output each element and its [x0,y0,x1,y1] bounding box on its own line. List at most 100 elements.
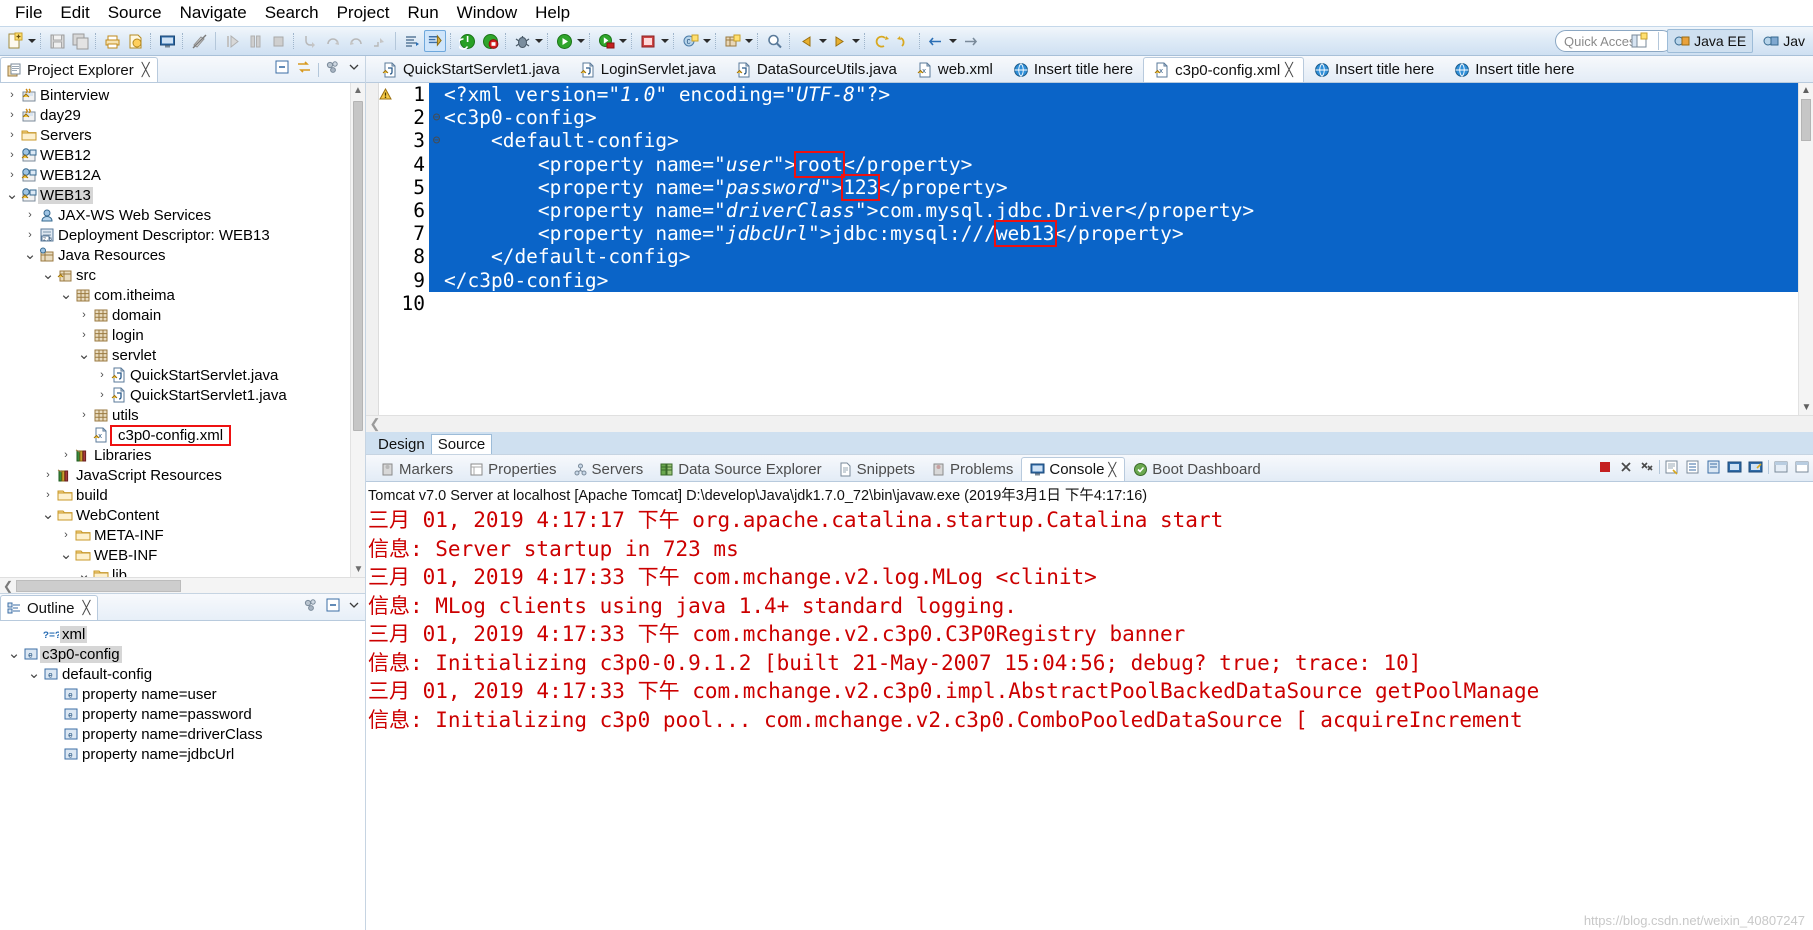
menu-item-help[interactable]: Help [526,1,579,25]
editor-page-tab[interactable]: Source [430,434,493,454]
tree-item[interactable]: x c3p0-config.xml [0,424,365,446]
chevron-right-icon[interactable]: › [58,449,74,461]
chevron-right-icon[interactable]: › [22,209,38,221]
debug-icon[interactable] [511,30,533,52]
code-line[interactable]: <property name="jdbcUrl">jdbc:mysql:///w… [444,220,1798,248]
fold-toggle-icon[interactable]: ⊖ [429,129,444,153]
profile-icon[interactable] [637,30,659,52]
scroll-left-icon[interactable]: ❮ [366,416,384,432]
editor-tab[interactable]: Insert title here [1444,57,1584,82]
tree-item[interactable]: ⌄ lib [0,565,365,577]
hide-annotations-icon[interactable] [188,30,210,52]
link-with-editor-icon[interactable] [296,59,312,80]
chevron-down-icon[interactable]: ⌄ [76,347,92,362]
scroll-up-icon[interactable]: ▲ [1799,83,1813,98]
console-tab[interactable]: Boot Dashboard [1125,457,1268,481]
run-dropdown-icon[interactable] [576,30,585,52]
code-line[interactable]: <property name="user">root</property> [444,150,1798,178]
chevron-right-icon[interactable]: › [22,229,38,241]
chevron-down-icon[interactable]: ⌄ [6,646,22,661]
chevron-right-icon[interactable]: › [4,109,20,121]
editor-hscrollbar[interactable]: ❮ [366,415,1813,432]
console-tab[interactable]: Snippets [830,457,923,481]
back-icon[interactable] [795,30,817,52]
chevron-down-icon[interactable]: ⌄ [58,547,74,562]
outline-item[interactable]: ⌄ e default-config [0,664,365,684]
menu-item-run[interactable]: Run [398,1,447,25]
new-package-icon[interactable] [721,30,743,52]
editor-tab[interactable]: x c3p0-config.xml ╳ [1143,57,1304,82]
code-line[interactable]: </default-config> [444,245,1798,269]
scroll-down-icon[interactable]: ▼ [1799,400,1813,415]
tree-item[interactable]: › Libraries [0,445,365,465]
pin-console-icon[interactable] [1705,458,1723,476]
tree-item[interactable]: › Servers [0,125,365,145]
console-tab[interactable]: Servers [565,457,652,481]
code-line[interactable]: <property name="password">123</property> [444,173,1798,201]
project-explorer-tree[interactable]: ▲ ▼ › Binterview › day29 › Servers › WEB12 › WEB1… [0,83,365,577]
new-java-class-icon[interactable]: C [679,30,701,52]
profile-dropdown-icon[interactable] [660,30,669,52]
chevron-down-icon[interactable]: ⌄ [26,666,42,681]
stop-server-icon[interactable] [479,30,501,52]
tab-outline[interactable]: Outline ╳ [0,595,99,620]
chevron-right-icon[interactable]: › [94,389,110,401]
code-line[interactable] [444,292,1798,315]
tree-item[interactable]: › day29 [0,105,365,125]
tree-item[interactable]: › Binterview [0,85,365,105]
console-tab[interactable]: Problems [923,457,1021,481]
menu-item-edit[interactable]: Edit [51,1,98,25]
start-server-icon[interactable] [456,30,478,52]
new-dropdown-icon[interactable] [27,30,36,52]
chevron-down-icon[interactable]: ⌄ [40,267,56,282]
tree-item[interactable]: › QuickStartServlet1.java [0,385,365,405]
chevron-down-icon[interactable] [347,60,361,79]
code-area[interactable]: 1 2 3 4 5 6 7 8 9 10 ⊖ ⊖ <?xml version="1.0" encodin… [366,83,1798,415]
terminate-icon[interactable] [1596,458,1614,476]
debug-dropdown-icon[interactable] [534,30,543,52]
close-icon[interactable]: ╳ [83,600,91,616]
back-dropdown-icon[interactable] [818,30,827,52]
tree-item[interactable]: › WEB12A [0,165,365,185]
remove-all-terminated-icon[interactable] [1638,458,1656,476]
previous-edit-icon[interactable] [870,30,892,52]
editor-tab[interactable]: DataSourceUtils.java [726,57,907,82]
console-tab[interactable]: Data Source Explorer [651,457,829,481]
tree-item[interactable]: › 2.5 Deployment Descriptor: WEB13 [0,225,365,245]
minimize-icon[interactable] [1772,458,1790,476]
tree-item[interactable]: ⌄ WEB13 [0,185,365,205]
editor-page-tab[interactable]: Design [372,435,431,454]
scroll-up-icon[interactable]: ▲ [351,83,365,98]
outline-item[interactable]: e property name=user [0,684,365,704]
chevron-right-icon[interactable]: › [76,309,92,321]
chevron-right-icon[interactable]: › [4,129,20,141]
outline-item[interactable]: e property name=password [0,704,365,724]
close-icon[interactable]: ╳ [142,62,150,78]
search-icon[interactable] [763,30,785,52]
tree-item[interactable]: ⌄ Java Resources [0,245,365,265]
project-explorer-vscrollbar[interactable]: ▲ ▼ [350,83,365,577]
outline-item[interactable]: ⌄ e c3p0-config [0,644,365,664]
open-perspective-icon[interactable] [1628,30,1650,52]
run-external-icon[interactable] [595,30,617,52]
tree-item[interactable]: › build [0,485,365,505]
next-edit-icon[interactable] [893,30,915,52]
tree-item[interactable]: ⌄ com.itheima [0,285,365,305]
step-return-icon[interactable] [345,30,367,52]
open-type-icon[interactable] [401,30,423,52]
editor-tab[interactable]: x web.xml [907,57,1003,82]
tree-item[interactable]: ⌄ WebContent [0,505,365,525]
menu-item-file[interactable]: File [6,1,51,25]
scroll-left-icon[interactable]: ❮ [0,579,16,593]
perspective-java-ee[interactable]: Java EE [1667,29,1754,53]
menu-item-project[interactable]: Project [328,1,399,25]
chevron-right-icon[interactable]: › [76,409,92,421]
chevron-right-icon[interactable]: › [94,369,110,381]
tree-item[interactable]: › JAX-WS Web Services [0,205,365,225]
outline-item[interactable]: ?=?xml [0,624,365,644]
menu-item-source[interactable]: Source [99,1,171,25]
sort-icon[interactable] [303,597,319,618]
code-line[interactable]: <property name="driverClass">com.mysql.j… [444,198,1798,223]
editor-tab[interactable]: Insert title here [1304,57,1444,82]
fold-toggle-icon[interactable]: ⊖ [429,106,444,130]
